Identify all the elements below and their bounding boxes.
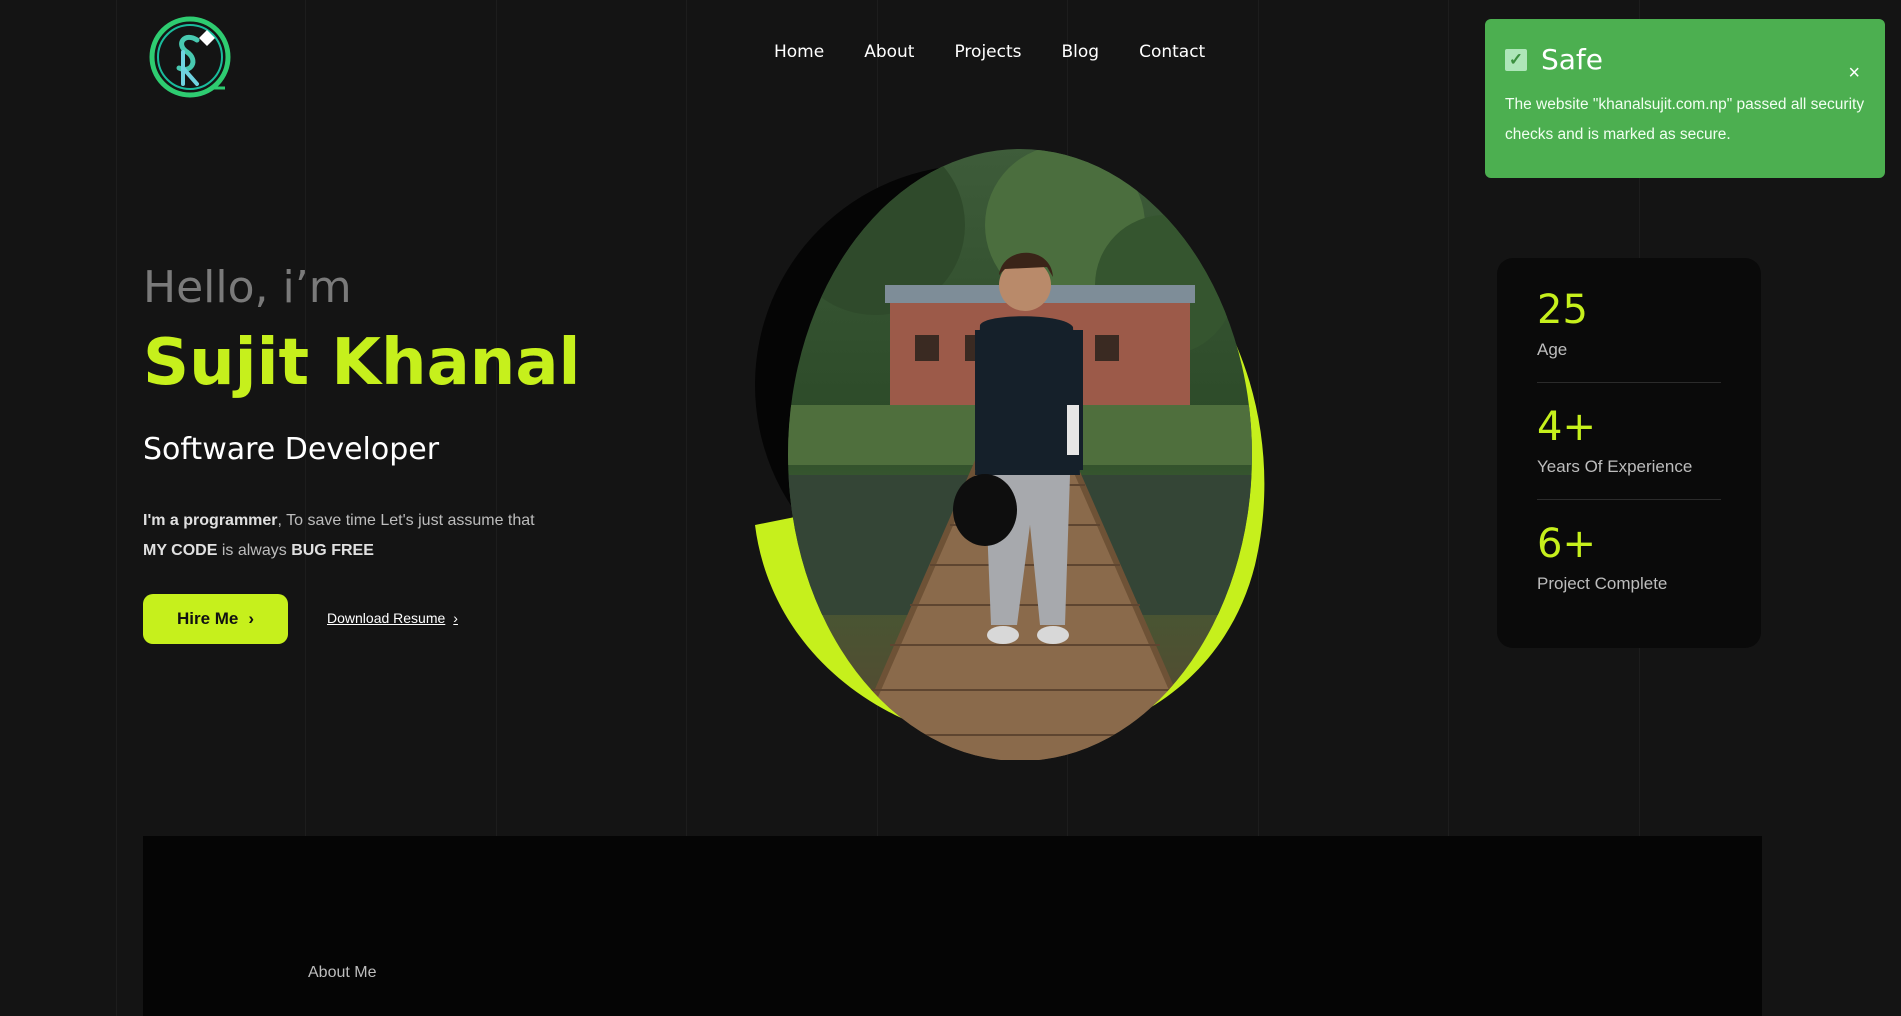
hire-me-label: Hire Me [176, 609, 239, 628]
nav-about[interactable]: About [864, 42, 914, 62]
about-heading-cutoff [308, 1006, 908, 1016]
stat-age: 25 Age [1537, 288, 1721, 383]
main-nav: Home About Projects Blog Contact [774, 42, 1205, 62]
download-resume-label: Download Resume [327, 610, 446, 626]
about-section: About Me [143, 836, 1762, 1016]
toast-close-button[interactable]: × [1848, 62, 1860, 85]
chevron-right-icon: › [453, 610, 458, 626]
stat-label: Project Complete [1537, 574, 1668, 593]
about-section-label: About Me [308, 964, 377, 981]
bio-bold-3: BUG FREE [291, 542, 374, 559]
bio-bold-2: MY CODE [143, 542, 218, 559]
checkbox-check-icon: ✓ [1505, 48, 1527, 71]
nav-home[interactable]: Home [774, 42, 824, 62]
grid-line [116, 0, 117, 1016]
nav-projects[interactable]: Projects [954, 42, 1021, 62]
stat-value: 4+ [1537, 404, 1596, 450]
heading-text-fragment [308, 1006, 908, 1016]
security-toast: ✓ Safe × The website "khanalsujit.com.np… [1485, 19, 1885, 178]
toast-header: ✓ Safe [1505, 43, 1865, 76]
stats-card: 25 Age 4+ Years Of Experience 6+ Project… [1497, 258, 1761, 648]
bio-text-2: is always [217, 542, 292, 559]
hero-name: Sujit Khanal [143, 326, 581, 400]
nav-contact[interactable]: Contact [1139, 42, 1205, 62]
stat-projects: 6+ Project Complete [1537, 522, 1721, 616]
chevron-right-icon: › [248, 609, 255, 628]
nav-blog[interactable]: Blog [1062, 42, 1100, 62]
bio-bold-1: I'm a programmer [143, 512, 278, 529]
toast-message: The website "khanalsujit.com.np" passed … [1505, 96, 1865, 143]
site-logo[interactable] [145, 12, 235, 102]
logo-icon [149, 16, 231, 98]
hero-photo [735, 145, 1315, 761]
hero-bio: I'm a programmer, To save time Let's jus… [143, 506, 603, 566]
hero-greeting: Hello, i’m [143, 262, 352, 313]
hero-role: Software Developer [143, 432, 440, 467]
stat-value: 25 [1537, 287, 1588, 333]
profile-photo-image [755, 149, 1265, 761]
stat-label: Years Of Experience [1537, 457, 1693, 476]
stat-experience: 4+ Years Of Experience [1537, 405, 1721, 500]
stat-label: Age [1537, 340, 1568, 359]
hire-me-button[interactable]: Hire Me › [143, 594, 288, 644]
stat-value: 6+ [1537, 521, 1596, 567]
bio-text-1: , To save time Let's just assume that [277, 512, 535, 529]
toast-title: Safe [1541, 43, 1604, 76]
download-resume-link[interactable]: Download Resume › [327, 610, 458, 626]
